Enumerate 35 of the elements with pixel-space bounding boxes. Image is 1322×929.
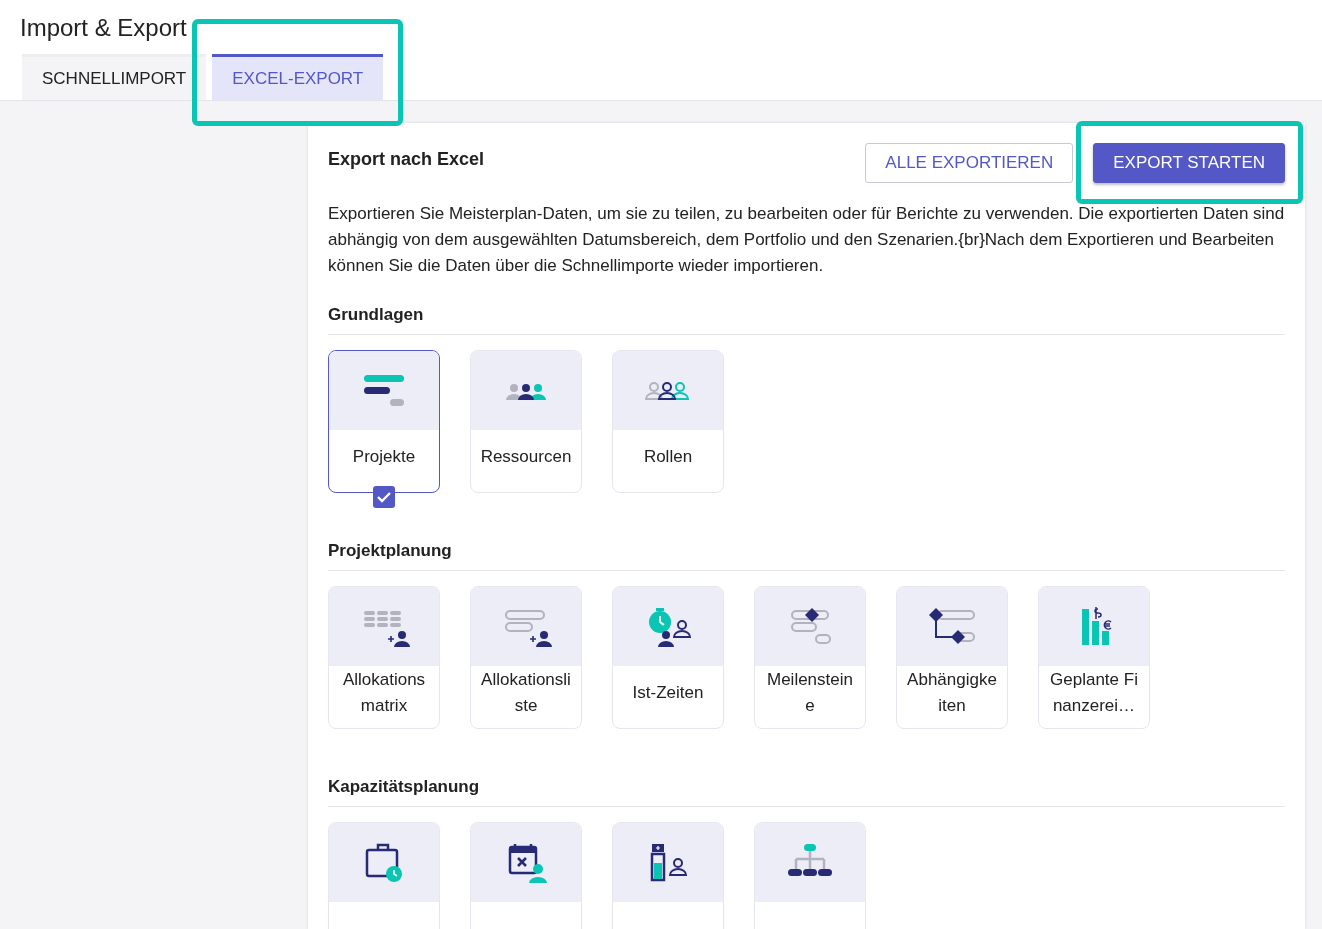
people-outline-icon [644, 380, 692, 401]
start-export-button[interactable]: EXPORT STARTEN [1093, 143, 1285, 183]
export-all-button[interactable]: ALLE EXPORTIEREN [865, 143, 1074, 183]
card-label: Allokationsmatrix [341, 669, 427, 717]
card-label: Abhängigkeiten [906, 669, 998, 717]
description-text: Exportieren Sie Meisterplan-Daten, um sie zu teilen, zu bearbeiten oder für Berichte zu verwenden. Die exportierten Daten sind abhängig von dem ausgewählten Datumsbereich, dem Portfolio und den Szenarien.{br}Nach dem Exportieren und Bearbeiten können Sie die Daten über die Schnellimporte wieder importieren. [328, 203, 1285, 277]
panel-title: Export nach Excel [328, 149, 485, 170]
card-label: Meilensteine [766, 669, 854, 717]
export-option-card[interactable]: Ist-Zeiten [612, 586, 724, 729]
export-option-card[interactable] [612, 822, 724, 929]
card-label: Projekte [351, 446, 417, 468]
export-option-card[interactable]: Allokationsmatrix [328, 586, 440, 729]
people-group-icon [504, 381, 548, 400]
card-label: Ressourcen [479, 446, 573, 468]
card-label: Ist-Zeiten [631, 682, 705, 704]
tab[interactable]: EXCEL-EXPORT [212, 54, 384, 100]
card-label: Rollen [642, 446, 694, 468]
section-heading: Kapazitätsplanung [328, 777, 1285, 807]
export-option-card[interactable] [470, 822, 582, 929]
export-option-card[interactable]: Meilensteine [754, 586, 866, 729]
export-option-card[interactable]: Rollen [612, 350, 724, 493]
section-heading: Grundlagen [328, 305, 1285, 335]
export-option-card[interactable]: Geplante Finanzerei… [1038, 586, 1150, 729]
export-option-card[interactable] [754, 822, 866, 929]
card-label: Geplante Finanzerei… [1049, 669, 1139, 717]
checkbox[interactable] [373, 486, 395, 508]
export-option-card[interactable]: Abhängigkeiten [896, 586, 1008, 729]
export-option-card[interactable]: Ressourcen [470, 350, 582, 493]
page-title: Import & Export [20, 14, 188, 42]
checkmark-icon [376, 489, 392, 505]
card-label: Allokationsliste [480, 669, 572, 717]
tab[interactable]: SCHNELLIMPORT [22, 54, 207, 100]
section-heading: Projektplanung [328, 541, 1285, 571]
export-option-card[interactable]: Allokationsliste [470, 586, 582, 729]
export-option-card[interactable]: Projekte [328, 350, 440, 493]
